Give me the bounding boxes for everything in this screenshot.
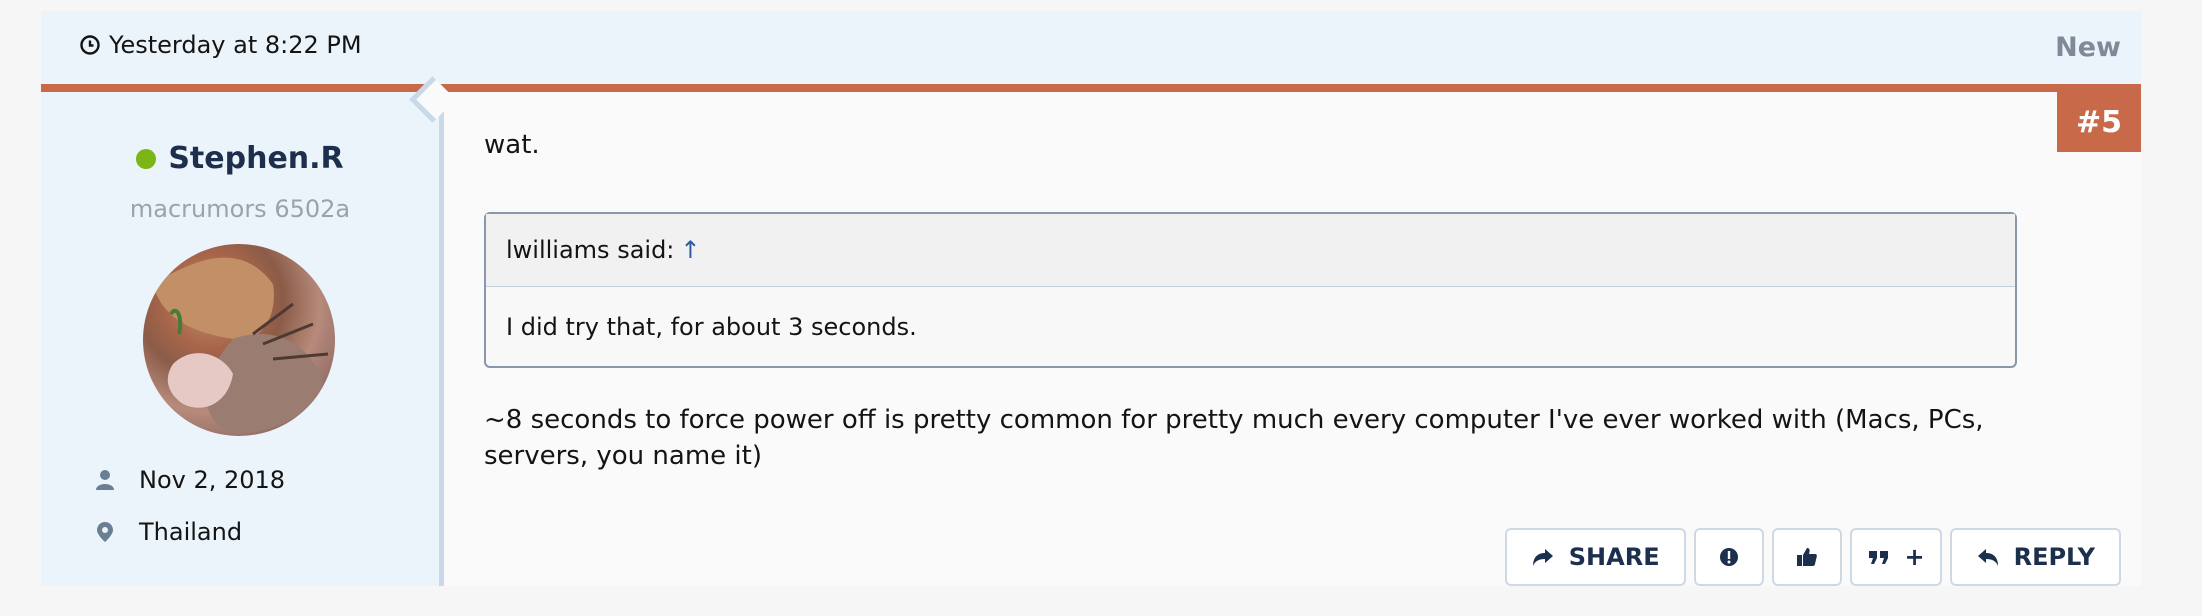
post-content: wat. lwilliams said: ↑ I did try that, f…: [444, 92, 2141, 586]
share-label: SHARE: [1568, 543, 1660, 571]
user-icon: [96, 470, 114, 490]
message-body: ~8 seconds to force power off is pretty …: [484, 405, 1984, 471]
multiquote-plus: +: [1904, 543, 1925, 571]
quote-block: lwilliams said: ↑ I did try that, for ab…: [484, 212, 2017, 368]
user-joined-row: Nov 2, 2018: [95, 466, 285, 494]
post-actions: SHARE + REPLY: [1504, 528, 2121, 586]
quote-link-arrow-icon[interactable]: ↑: [680, 236, 700, 264]
share-icon: [1532, 549, 1553, 566]
multi-quote-button[interactable]: +: [1849, 528, 1942, 586]
post-header: Yesterday at 8:22 PM New: [41, 11, 2141, 84]
user-location-row: Thailand: [95, 518, 242, 546]
user-title: macrumors 6502a: [129, 195, 351, 223]
like-button[interactable]: [1771, 528, 1842, 586]
quote-text: I did try that, for about 3 seconds.: [506, 313, 917, 341]
post-timestamp[interactable]: Yesterday at 8:22 PM: [79, 31, 362, 59]
location-text[interactable]: Thailand: [139, 518, 242, 546]
online-status-dot: [136, 148, 157, 169]
exclamation-circle-icon: [1719, 548, 1738, 566]
post-number-badge[interactable]: #5: [2057, 92, 2141, 152]
new-label: New: [2055, 32, 2121, 63]
reply-label: REPLY: [2013, 543, 2095, 571]
reply-button[interactable]: REPLY: [1949, 528, 2121, 586]
post-accent-line: [41, 84, 2141, 92]
avatar[interactable]: [143, 244, 335, 436]
quote-icon: [1868, 551, 1888, 564]
user-name[interactable]: Stephen.R: [168, 141, 343, 176]
message-first-line: wat.: [484, 130, 540, 160]
clock-icon: [80, 35, 100, 55]
thumbs-up-icon: [1796, 548, 1817, 566]
reply-icon: [1977, 549, 1998, 566]
quote-header: lwilliams said: ↑: [486, 214, 2015, 287]
avatar-image: [153, 257, 329, 434]
map-marker-icon: [97, 522, 113, 542]
report-button[interactable]: [1693, 528, 1764, 586]
user-info-column: Stephen.R macrumors 6502a Nov 2, 2018 Th…: [41, 92, 444, 586]
post-container: Yesterday at 8:22 PM New Stephen.R macru…: [41, 11, 2141, 586]
user-name-row: Stephen.R: [41, 141, 439, 176]
joined-date: Nov 2, 2018: [139, 466, 286, 494]
quote-author: lwilliams said:: [506, 236, 675, 264]
share-button[interactable]: SHARE: [1504, 528, 1686, 586]
timestamp-text: Yesterday at 8:22 PM: [109, 31, 362, 59]
